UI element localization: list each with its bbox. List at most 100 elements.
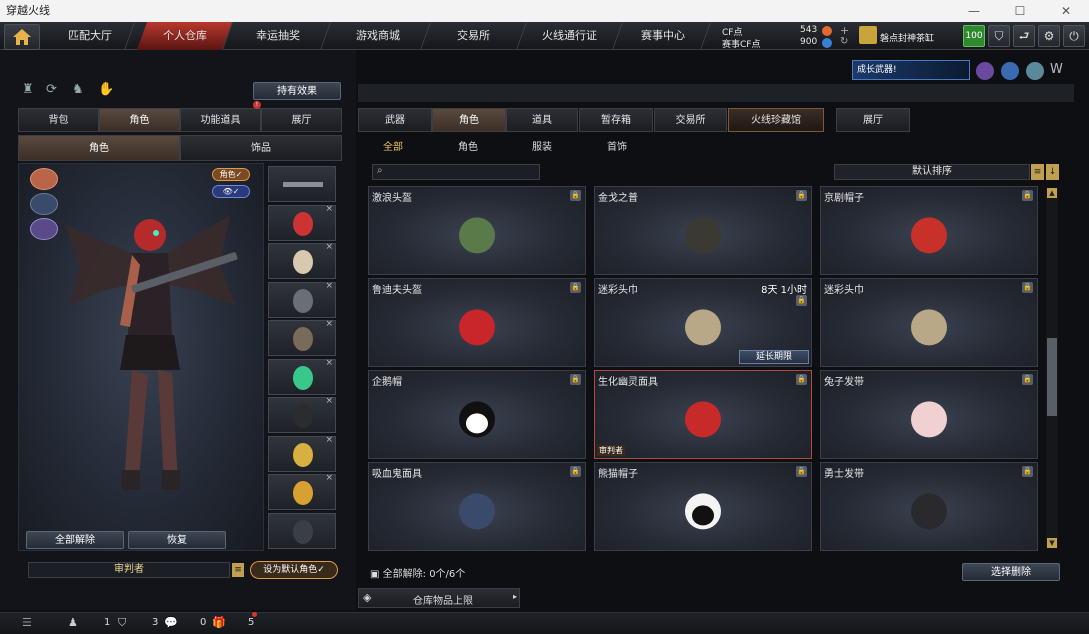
equip-slot[interactable]: ×: [268, 204, 336, 241]
friends-icon[interactable]: ♟: [68, 616, 78, 629]
home-button[interactable]: [4, 24, 40, 50]
equip-slot[interactable]: [268, 512, 336, 549]
right-tab-0[interactable]: 武器: [358, 108, 432, 132]
rotate-icon[interactable]: ⟳: [46, 82, 57, 97]
lock-icon[interactable]: 🔒: [1022, 282, 1033, 293]
rank-shield-icon[interactable]: ⛉: [988, 25, 1010, 47]
nav-tab-5[interactable]: 火线通行证: [516, 22, 624, 50]
item-card[interactable]: 兔子发带 🔒: [820, 370, 1038, 459]
item-card[interactable]: 企鹅帽 🔒: [368, 370, 586, 459]
nav-tab-0[interactable]: 匹配大厅: [44, 22, 136, 50]
equip-slot[interactable]: ×: [268, 473, 336, 510]
select-delete-button[interactable]: 选择删除: [962, 563, 1060, 581]
nav-tab-4[interactable]: 交易所: [420, 22, 528, 50]
checkbox-icon[interactable]: ▣: [370, 569, 383, 580]
team-icon[interactable]: ♜: [22, 82, 34, 97]
search-input[interactable]: ⌕: [372, 164, 540, 180]
subtab-role[interactable]: 角色: [18, 135, 180, 161]
level-badge[interactable]: 100: [963, 25, 985, 47]
lock-icon[interactable]: 🔒: [1022, 374, 1033, 385]
lock-icon[interactable]: 🔒: [1022, 190, 1033, 201]
item-card[interactable]: 迷彩头巾 🔒: [820, 278, 1038, 367]
scroll-up-icon[interactable]: ▲: [1047, 188, 1057, 198]
remove-icon[interactable]: ×: [325, 204, 333, 214]
list-icon[interactable]: ≡: [232, 563, 244, 577]
item-card[interactable]: 勇士发带 🔒: [820, 462, 1038, 551]
right-subtab-1[interactable]: 角色: [458, 138, 478, 153]
item-card[interactable]: 激浪头盔 🔒: [368, 186, 586, 275]
left-tab-1[interactable]: 角色: [99, 108, 180, 132]
scrollbar-thumb[interactable]: [1047, 338, 1057, 416]
remove-icon[interactable]: ×: [325, 396, 333, 406]
lock-icon[interactable]: 🔒: [570, 282, 581, 293]
category-aura-icon[interactable]: [30, 193, 58, 215]
right-subtab-2[interactable]: 服装: [532, 138, 552, 153]
settings-gear-icon[interactable]: ⚙: [1038, 25, 1060, 47]
growth-weapon-banner[interactable]: 成长武器!: [852, 60, 970, 80]
equip-slot[interactable]: ×: [268, 319, 336, 356]
unequip-all-button[interactable]: 全部解除: [26, 531, 124, 549]
sort-order-icon[interactable]: ↓: [1046, 164, 1059, 180]
nav-tab-1[interactable]: 个人仓库: [136, 22, 234, 50]
minimize-button[interactable]: —: [951, 0, 997, 22]
item-card[interactable]: 生化幽灵面具 🔒 审判者: [594, 370, 812, 459]
exit-room-icon[interactable]: ⮐: [1013, 25, 1035, 47]
remove-icon[interactable]: ×: [325, 281, 333, 291]
close-button[interactable]: ✕: [1043, 0, 1089, 22]
nav-tab-3[interactable]: 游戏商城: [324, 22, 432, 50]
menu-icon[interactable]: ☰: [22, 616, 32, 629]
lock-icon[interactable]: 🔒: [796, 466, 807, 477]
subtab-accessory[interactable]: 饰品: [180, 135, 342, 161]
item-card[interactable]: 鲁迪夫头盔 🔒: [368, 278, 586, 367]
scroll-down-icon[interactable]: ▼: [1047, 538, 1057, 548]
right-tab-4[interactable]: 交易所: [654, 108, 727, 132]
nav-tab-2[interactable]: 幸运抽奖: [224, 22, 332, 50]
chat-icon[interactable]: 💬: [164, 616, 178, 629]
set-default-button[interactable]: 设为默认角色✓: [250, 561, 338, 579]
item-card[interactable]: 吸血鬼面具 🔒: [368, 462, 586, 551]
left-tab-2[interactable]: 功能道具: [180, 108, 261, 132]
refresh-icon[interactable]: ↻: [840, 36, 848, 47]
storage-limit-button[interactable]: ◈ 仓库物品上限 ▸: [358, 588, 520, 608]
remove-icon[interactable]: ×: [325, 435, 333, 445]
equip-slot[interactable]: ×: [268, 281, 336, 318]
lock-icon[interactable]: 🔒: [570, 466, 581, 477]
right-tab-5[interactable]: 火线珍藏馆: [728, 108, 824, 132]
left-tab-3[interactable]: 展厅: [261, 108, 342, 132]
nav-tab-6[interactable]: 赛事中心: [614, 22, 712, 50]
item-card[interactable]: 金戈之普 🔒: [594, 186, 812, 275]
badge-v-icon[interactable]: [976, 62, 994, 80]
lock-icon[interactable]: 🔒: [570, 374, 581, 385]
character-pose-icon[interactable]: ♞: [72, 82, 84, 97]
lock-icon[interactable]: 🔒: [1022, 466, 1033, 477]
badge-w-icon[interactable]: W: [1050, 62, 1068, 80]
lock-icon[interactable]: 🔒: [796, 190, 807, 201]
power-icon[interactable]: ⏻: [1063, 25, 1085, 47]
remove-icon[interactable]: ×: [325, 358, 333, 368]
character-name-field[interactable]: 审判者: [28, 562, 230, 578]
sort-list-icon[interactable]: ≡: [1031, 164, 1044, 180]
right-tab-2[interactable]: 道具: [506, 108, 578, 132]
lock-icon[interactable]: 🔒: [796, 295, 807, 306]
left-tab-0[interactable]: 背包: [18, 108, 99, 132]
category-wings-icon[interactable]: [30, 168, 58, 190]
equip-slot[interactable]: [268, 166, 336, 202]
remove-icon[interactable]: ×: [325, 319, 333, 329]
category-effect-icon[interactable]: [30, 218, 58, 240]
remove-icon[interactable]: ×: [325, 242, 333, 252]
sort-dropdown[interactable]: 默认排序: [834, 164, 1030, 180]
badge-target-icon[interactable]: [1001, 62, 1019, 80]
lock-icon[interactable]: 🔒: [796, 374, 807, 385]
avatar[interactable]: [859, 26, 877, 44]
gift-icon[interactable]: 🎁: [212, 616, 226, 629]
shield-icon[interactable]: ⛉: [118, 616, 126, 630]
item-card[interactable]: 熊猫帽子 🔒: [594, 462, 812, 551]
effects-button[interactable]: 持有效果: [253, 82, 341, 100]
maximize-button[interactable]: ☐: [997, 0, 1043, 22]
equip-slot[interactable]: ×: [268, 435, 336, 472]
item-card[interactable]: 京剧帽子 🔒: [820, 186, 1038, 275]
right-subtab-3[interactable]: 首饰: [607, 138, 627, 153]
hand-icon[interactable]: ✋: [98, 82, 114, 97]
equip-slot[interactable]: ×: [268, 358, 336, 395]
right-tab-3[interactable]: 暂存箱: [579, 108, 653, 132]
